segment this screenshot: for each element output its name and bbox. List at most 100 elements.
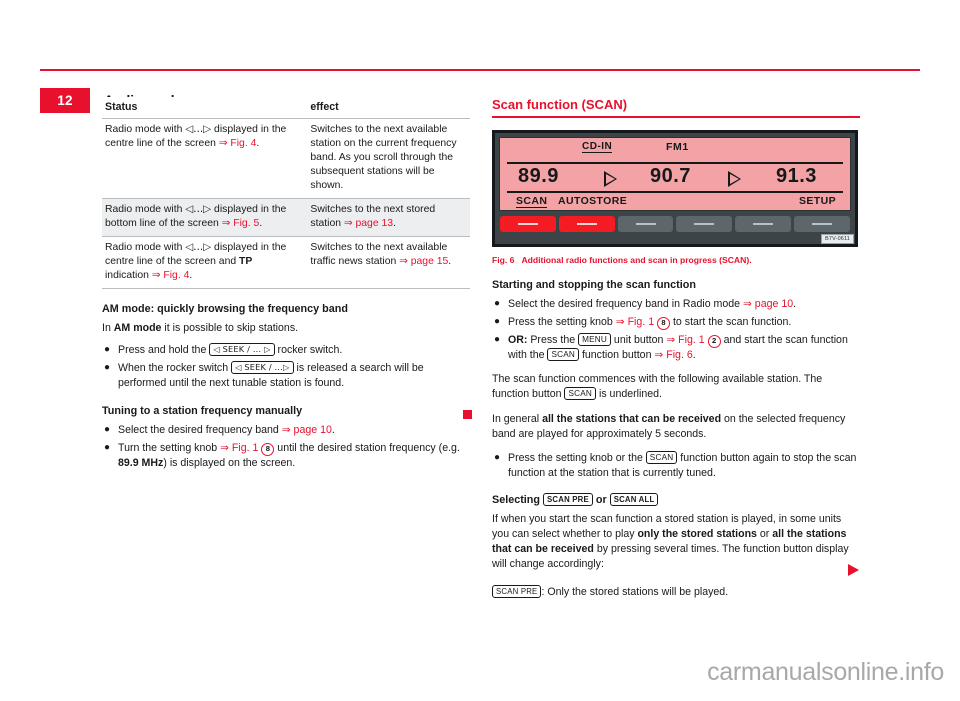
- cross-reference-link[interactable]: ⇒ Fig. 4: [219, 138, 257, 149]
- bullet-item: ● Press and hold the ◁ SEEK / ... ▷ rock…: [102, 342, 470, 358]
- bullet-item: ● OR: Press the MENU unit button ⇒ Fig. …: [492, 332, 860, 363]
- bullet-text-2: rocker switch.: [274, 343, 343, 356]
- status-text: Radio mode with: [105, 203, 186, 215]
- all-stations-bold: all the stations that can be received: [542, 412, 722, 425]
- bullet-item: ● Press the setting knob or the SCAN fun…: [492, 450, 860, 481]
- bullet-text-1: Select the desired frequency band: [118, 423, 282, 436]
- key-scan-all[interactable]: SCAN ALL: [609, 492, 659, 506]
- bullet-item: ● Turn the setting knob ⇒ Fig. 1 8 until…: [102, 441, 470, 471]
- radio-function-button-5[interactable]: [735, 215, 792, 232]
- bullet-text-4: function button: [579, 348, 655, 361]
- bullet-item: ● Select the desired frequency band in R…: [492, 297, 860, 312]
- figure-image-code: B7V-0611: [821, 233, 854, 244]
- figure-6: CD-IN FM1 89.9 90.7 91.3 SCAN AUTOSTORE …: [492, 129, 858, 265]
- radio-function-button-row: [500, 215, 850, 232]
- cross-reference-link[interactable]: ⇒ Fig. 1: [666, 334, 704, 346]
- screen-frequency-previous: 89.9: [518, 164, 559, 187]
- cross-reference-link[interactable]: ⇒ Fig. 5: [222, 218, 260, 229]
- cell-effect: Switches to the next available traffic n…: [304, 236, 470, 289]
- rocker-glyph-icon: ◁...▷: [185, 240, 212, 253]
- screen-band-label: FM1: [666, 140, 689, 153]
- figure-caption-text: Additional radio functions and scan in p…: [521, 254, 752, 265]
- cell-status: Radio mode with ◁...▷ displayed in the c…: [102, 236, 305, 289]
- heading-start-stop-scan: Starting and stopping the scan function: [492, 278, 696, 291]
- bullet-text-1: When the rocker switch: [118, 361, 232, 374]
- button-dash-icon: [576, 222, 597, 225]
- bullet-text-1: Turn the setting knob: [118, 441, 221, 454]
- bullet-text-1: Press the setting knob or the: [508, 451, 646, 464]
- screen-softkey-autostore[interactable]: AUTOSTORE: [558, 195, 627, 207]
- bullet-text-2: until the desired station frequency (e.g…: [274, 441, 460, 454]
- paragraph-am-intro: In AM mode it is possible to skip statio…: [102, 321, 470, 336]
- cross-reference-link[interactable]: ⇒ page 10: [743, 298, 793, 310]
- am-intro-text-2: it is possible to skip stations.: [161, 321, 299, 334]
- cross-reference-link[interactable]: ⇒ page 13: [344, 218, 393, 229]
- button-dash-icon: [812, 222, 833, 225]
- bullet-dot-icon: ●: [104, 423, 111, 435]
- bullet-text-1: Press the: [527, 333, 579, 346]
- screen-frequency-current: 90.7: [650, 164, 691, 187]
- button-dash-icon: [694, 222, 715, 225]
- page-number-badge: 12: [40, 88, 90, 113]
- paragraph-text-1: In general: [492, 412, 543, 425]
- key-scan-pre[interactable]: SCAN PRE: [492, 585, 542, 599]
- key-scan[interactable]: SCAN: [645, 450, 678, 464]
- cross-reference-link[interactable]: ⇒ Fig. 1: [616, 316, 654, 328]
- callout-number-2: 2: [707, 334, 721, 348]
- cross-reference-link[interactable]: ⇒ Fig. 4: [152, 270, 190, 281]
- screen-softkey-setup[interactable]: SETUP: [799, 195, 836, 207]
- bullet-text-5: .: [692, 348, 696, 361]
- cross-reference-link[interactable]: ⇒ page 10: [282, 424, 332, 436]
- frequency-example: 89.9 MHz: [118, 456, 164, 469]
- table-row: Radio mode with ◁...▷ displayed in the b…: [102, 198, 470, 237]
- bullet-item: ● When the rocker switch ◁ SEEK / ...▷ i…: [102, 360, 470, 391]
- paragraph-text-2: is underlined.: [596, 387, 662, 400]
- status-text-3: .: [256, 138, 260, 150]
- bullet-text-2: .: [331, 423, 335, 436]
- effect-text-2: .: [393, 217, 396, 229]
- bullet-dot-icon: ●: [104, 343, 111, 355]
- key-seek-rocker[interactable]: ◁ SEEK / ...▷: [231, 360, 294, 374]
- screen-arrow-right-inner-icon: [730, 173, 739, 184]
- status-text-4: .: [189, 269, 193, 281]
- status-text: Radio mode with: [105, 241, 186, 253]
- screen-divider-top: [507, 161, 843, 164]
- radio-function-button-6[interactable]: [794, 215, 850, 232]
- button-dash-icon: [753, 222, 774, 225]
- table-header-row: Status effect: [102, 97, 470, 120]
- column-header-effect: effect: [304, 97, 470, 120]
- cell-effect: Switches to the next stored station ⇒ pa…: [304, 198, 470, 237]
- radio-function-button-3[interactable]: [617, 215, 674, 232]
- paragraph-in-general: In general all the stations that can be …: [492, 412, 860, 442]
- rocker-glyph-icon: ◁...▷: [185, 123, 212, 136]
- status-text: Radio mode with: [105, 124, 186, 136]
- cross-reference-link[interactable]: ⇒ Fig. 6: [654, 349, 692, 361]
- bullet-dot-icon: ●: [104, 361, 111, 373]
- bullet-item: ● Select the desired frequency band ⇒ pa…: [102, 423, 470, 438]
- key-scan-pre[interactable]: SCAN PRE: [543, 492, 593, 506]
- heading-selecting-scan-modes: Selecting SCAN PRE or SCAN ALL: [492, 492, 860, 507]
- radio-screen: CD-IN FM1 89.9 90.7 91.3 SCAN AUTOSTORE …: [499, 136, 851, 211]
- paragraph-selecting-body: If when you start the scan function a st…: [492, 512, 860, 572]
- key-scan[interactable]: SCAN: [547, 347, 580, 361]
- only-stored-bold: only the stored stations: [637, 528, 757, 540]
- radio-function-button-4[interactable]: [676, 215, 733, 232]
- figure-number: Fig. 6: [492, 254, 515, 265]
- screen-frequency-next: 91.3: [776, 164, 817, 187]
- or-label: OR:: [508, 333, 528, 346]
- key-menu[interactable]: MENU: [578, 332, 611, 346]
- key-scan[interactable]: SCAN: [564, 386, 597, 400]
- radio-function-button-2[interactable]: [558, 215, 615, 232]
- cross-reference-link[interactable]: ⇒ Fig. 1: [220, 442, 258, 454]
- heading-tuning-manually: Tuning to a station frequency manually: [102, 404, 303, 417]
- radio-function-button-1[interactable]: [500, 215, 556, 232]
- status-text-3: indication: [105, 269, 152, 281]
- cross-reference-link[interactable]: ⇒ page 15: [399, 256, 448, 267]
- key-seek-rocker[interactable]: ◁ SEEK / ... ▷: [209, 342, 275, 356]
- heading-text-1: Selecting: [492, 493, 544, 506]
- screen-softkey-scan[interactable]: SCAN: [516, 195, 548, 208]
- bullet-text-2: unit button: [610, 333, 667, 346]
- effect-text-2: .: [448, 255, 452, 267]
- body-text-2: or: [756, 528, 773, 540]
- status-text-3: .: [259, 217, 263, 229]
